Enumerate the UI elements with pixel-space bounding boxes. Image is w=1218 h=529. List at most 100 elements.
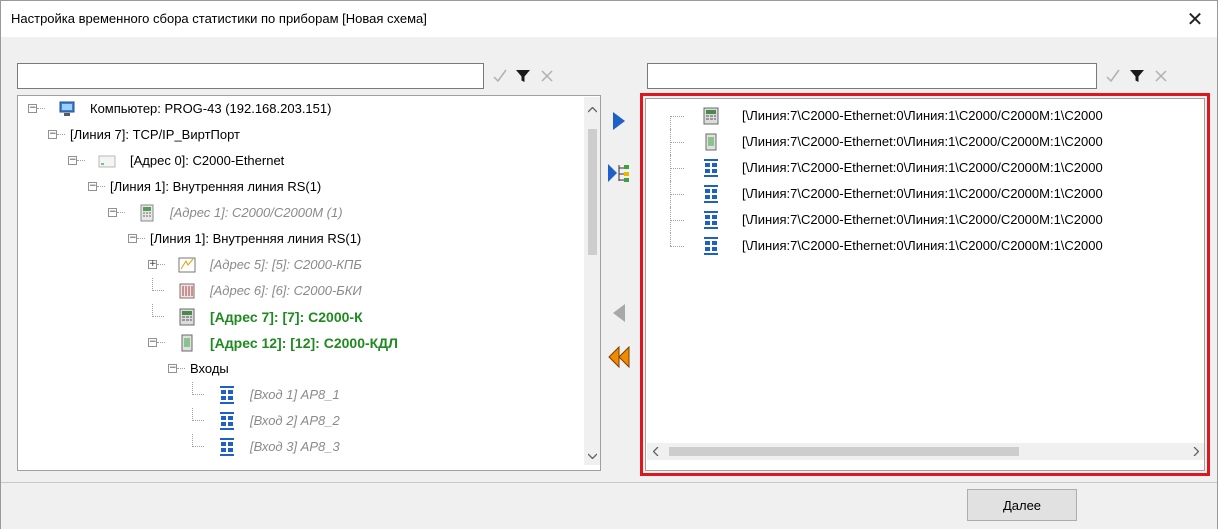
bki-device-icon [178, 282, 196, 300]
close-button[interactable]: ✕ [1173, 1, 1217, 37]
tree-node[interactable]: − [Адрес 12]: [12]: C2000-КДЛ [18, 330, 578, 356]
right-filter-button[interactable] [1125, 63, 1149, 89]
check-icon [1106, 69, 1120, 83]
tree-connector [192, 420, 204, 421]
kdl-device-icon [178, 334, 196, 352]
input-zone-icon [702, 159, 720, 177]
right-apply-filter-button[interactable] [1101, 63, 1125, 89]
tree-node-label: [Адрес 12]: [12]: C2000-КДЛ [210, 335, 398, 351]
tree-node-label: Компьютер: PROG-43 (192.168.203.151) [90, 101, 332, 116]
dialog-window: Настройка временного сбора статистики по… [0, 0, 1218, 529]
tree-connector [152, 316, 164, 317]
tree-connector [157, 264, 165, 265]
tree-connector [37, 108, 45, 109]
tree-node[interactable]: − [Линия 7]: TCP/IP_ВиртПорт [18, 122, 578, 148]
tree-node[interactable]: − Компьютер: PROG-43 (192.168.203.151) [18, 96, 578, 122]
selected-row[interactable]: [\Линия:7\C2000-Ethernet:0\Линия:1\C2000… [646, 103, 1204, 129]
selected-row[interactable]: [\Линия:7\C2000-Ethernet:0\Линия:1\C2000… [646, 181, 1204, 207]
tree-connector [97, 186, 105, 187]
selected-row-label: [\Линия:7\C2000-Ethernet:0\Линия:1\C2000… [742, 186, 1103, 201]
tree-node-label: [Адрес 0]: C2000-Ethernet [130, 153, 285, 168]
tree-connector [77, 160, 85, 161]
tree-node[interactable]: [Адрес 6]: [6]: C2000-БКИ [18, 278, 578, 304]
selected-list-highlight: [\Линия:7\C2000-Ethernet:0\Линия:1\C2000… [640, 93, 1210, 476]
collapse-icon[interactable]: − [68, 156, 77, 165]
selected-row-label: [\Линия:7\C2000-Ethernet:0\Линия:1\C2000… [742, 238, 1103, 253]
collapse-icon[interactable]: − [48, 130, 57, 139]
left-filter-input[interactable] [17, 63, 484, 89]
left-filter-button[interactable] [511, 63, 535, 89]
scroll-up-icon [588, 107, 597, 113]
next-button[interactable]: Далее [967, 489, 1077, 521]
ethernet-device-icon [98, 152, 116, 170]
tree-node-label: [Адрес 5]: [5]: C2000-КПБ [210, 257, 362, 272]
tree-node[interactable]: + [Адрес 5]: [5]: C2000-КПБ [18, 252, 578, 278]
selected-row[interactable]: [\Линия:7\C2000-Ethernet:0\Линия:1\C2000… [646, 155, 1204, 181]
remove-button[interactable] [605, 299, 633, 327]
tree-node-label: [Вход 3] АР8_3 [250, 439, 340, 454]
collapse-icon[interactable]: − [28, 104, 37, 113]
tree-connector [192, 446, 204, 447]
tree-node[interactable]: − [Линия 1]: Внутренняя линия RS(1) [18, 226, 578, 252]
collapse-icon[interactable]: − [108, 208, 117, 217]
add-all-button[interactable] [605, 159, 633, 187]
list-connector [670, 194, 684, 195]
collapse-icon[interactable]: − [168, 364, 177, 373]
input-zone-icon [218, 412, 236, 430]
clear-filter-icon [541, 70, 553, 82]
expand-icon[interactable]: + [148, 260, 157, 269]
selected-row-label: [\Линия:7\C2000-Ethernet:0\Линия:1\C2000… [742, 134, 1103, 149]
list-connector [670, 168, 684, 169]
device-tree-panel[interactable]: − Компьютер: PROG-43 (192.168.203.151) − [Л… [17, 95, 601, 471]
tree-node[interactable]: − Входы [18, 356, 578, 382]
funnel-icon [1130, 70, 1144, 82]
funnel-icon [516, 70, 530, 82]
input-zone-icon [218, 438, 236, 456]
kpb-device-icon [178, 256, 196, 274]
clear-filter-icon [1155, 70, 1167, 82]
list-connector [670, 220, 684, 221]
check-icon [493, 69, 507, 83]
list-connector [670, 246, 684, 247]
tree-vertical-scrollbar[interactable] [584, 97, 600, 465]
collapse-icon[interactable]: − [128, 234, 137, 243]
tree-node-label: [Адрес 7]: [7]: C2000-К [210, 309, 363, 325]
list-horizontal-scrollbar[interactable] [647, 443, 1204, 460]
list-scroll-thumb[interactable] [669, 447, 1019, 456]
controller-device-icon [138, 204, 156, 222]
input-zone-icon [702, 185, 720, 203]
left-clear-filter-button[interactable] [535, 63, 559, 89]
tree-node-label: [Вход 1] АР8_1 [250, 387, 340, 402]
tree-node[interactable]: [Вход 2] АР8_2 [18, 408, 578, 434]
tree-node-label: [Вход 2] АР8_2 [250, 413, 340, 428]
selected-row[interactable]: [\Линия:7\C2000-Ethernet:0\Линия:1\C2000… [646, 129, 1204, 155]
collapse-icon[interactable]: − [148, 338, 157, 347]
tree-node[interactable]: − [Линия 1]: Внутренняя линия RS(1) [18, 174, 578, 200]
tree-node[interactable]: − [Адрес 1]: C2000/C2000M (1) [18, 200, 578, 226]
tree-node-label: [Линия 1]: Внутренняя линия RS(1) [110, 179, 322, 194]
double-arrow-left-icon [608, 346, 630, 368]
selected-row[interactable]: [\Линия:7\C2000-Ethernet:0\Линия:1\C2000… [646, 233, 1204, 259]
keypad-device-icon [702, 107, 720, 125]
left-apply-filter-button[interactable] [488, 63, 512, 89]
remove-all-button[interactable] [605, 343, 633, 371]
tree-node[interactable]: [Вход 1] АР8_1 [18, 382, 578, 408]
list-connector [670, 116, 684, 117]
tree-node[interactable]: [Адрес 7]: [7]: C2000-К [18, 304, 578, 330]
right-clear-filter-button[interactable] [1149, 63, 1173, 89]
selected-row[interactable]: [\Линия:7\C2000-Ethernet:0\Линия:1\C2000… [646, 207, 1204, 233]
input-zone-icon [702, 211, 720, 229]
selected-row-label: [\Линия:7\C2000-Ethernet:0\Линия:1\C2000… [742, 212, 1103, 227]
tree-node[interactable]: − [Адрес 0]: C2000-Ethernet [18, 148, 578, 174]
tree-node[interactable]: [Вход 3] АР8_3 [18, 434, 578, 460]
add-button[interactable] [605, 107, 633, 135]
collapse-icon[interactable]: − [88, 182, 97, 191]
tree-connector [117, 212, 125, 213]
tree-scroll-thumb[interactable] [588, 129, 597, 255]
keypad-device-icon [178, 308, 196, 326]
selected-devices-list[interactable]: [\Линия:7\C2000-Ethernet:0\Линия:1\C2000… [645, 98, 1205, 471]
scroll-left-icon [653, 447, 659, 456]
add-tree-icon [608, 164, 629, 182]
right-filter-input[interactable] [647, 63, 1097, 89]
tree-node-label: Входы [190, 361, 229, 376]
